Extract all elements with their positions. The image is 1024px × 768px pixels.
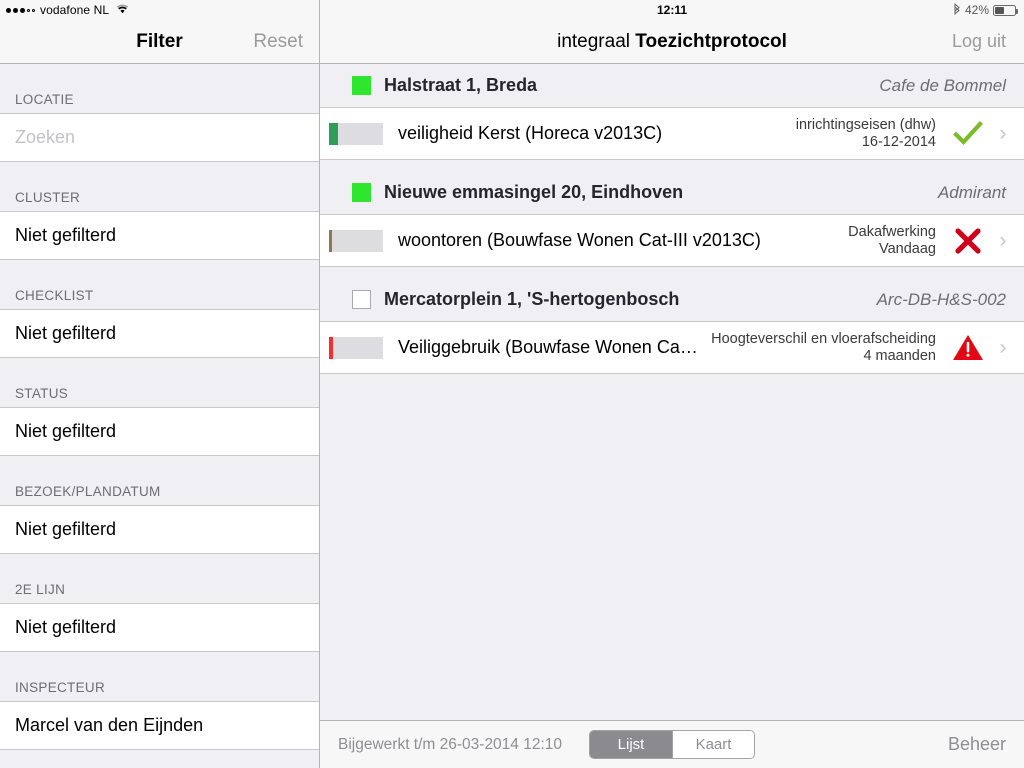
- filter-section-inspecteur: INSPECTEUR Marcel van den Eijnden: [0, 652, 319, 750]
- battery-icon: [993, 4, 1018, 16]
- list-group: Mercatorplein 1, 'S-hertogenbosch Arc-DB…: [320, 278, 1024, 374]
- row-meta-line1: Hoogteverschil en vloerafscheiding: [711, 330, 936, 347]
- tab-lijst[interactable]: Lijst: [590, 731, 672, 758]
- filter-value-cluster[interactable]: Niet gefilterd: [0, 211, 319, 260]
- filter-section-list: LOCATIE Zoeken CLUSTER Niet gefilterd CH…: [0, 64, 319, 768]
- filter-section-header: INSPECTEUR: [0, 652, 319, 701]
- filter-section-header: CLUSTER: [0, 162, 319, 211]
- table-row[interactable]: veiligheid Kerst (Horeca v2013C) inricht…: [320, 108, 1024, 160]
- group-owner: Arc-DB-H&S-002: [876, 289, 1006, 309]
- table-row[interactable]: Veiliggebruik (Bouwfase Wonen Cat-I… Hoo…: [320, 322, 1024, 374]
- filter-value-2e-lijn[interactable]: Niet gefilterd: [0, 603, 319, 652]
- filled-green-square-icon: [352, 183, 371, 202]
- last-updated-label: Bijgewerkt t/m 26-03-2014 12:10: [338, 735, 563, 753]
- group-divider: [320, 160, 1024, 171]
- filter-section-header: 2E LIJN: [0, 554, 319, 603]
- row-meta-line1: Dakafwerking: [848, 223, 936, 240]
- main-navbar: integraal Toezichtprotocol Log uit: [320, 20, 1024, 64]
- progress-bar: [329, 229, 383, 252]
- sidebar-navbar: Filter Reset: [0, 20, 319, 64]
- filter-section-2e-lijn: 2E LIJN Niet gefilterd: [0, 554, 319, 652]
- list-group: Halstraat 1, Breda Cafe de Bommel veilig…: [320, 64, 1024, 160]
- group-address: Halstraat 1, Breda: [384, 75, 538, 95]
- chevron-right-icon[interactable]: ›: [990, 336, 1016, 360]
- row-title: woontoren (Bouwfase Wonen Cat-III v2013C…: [398, 230, 761, 250]
- logout-button[interactable]: Log uit: [952, 31, 1006, 52]
- chevron-right-icon[interactable]: ›: [990, 122, 1016, 146]
- battery-percent-label: 42%: [964, 3, 989, 17]
- filter-value-inspecteur[interactable]: Marcel van den Eijnden: [0, 701, 319, 750]
- status-bar-left: vodafone NL: [0, 0, 319, 20]
- filter-value-status[interactable]: Niet gefilterd: [0, 407, 319, 456]
- filter-sidebar: vodafone NL Filter Reset LOCATIE Zoeken …: [0, 0, 320, 768]
- bluetooth-icon: [953, 2, 961, 18]
- group-owner: Cafe de Bommel: [879, 75, 1006, 95]
- list-group: Nieuwe emmasingel 20, Eindhoven Admirant…: [320, 171, 1024, 267]
- main-pane: 12:11 42% integraal Toezichtprotocol Log…: [320, 0, 1024, 768]
- app-title: integraal Toezichtprotocol: [557, 31, 787, 53]
- row-title: veiligheid Kerst (Horeca v2013C): [398, 123, 663, 143]
- row-meta-line1: inrichtingseisen (dhw): [795, 116, 936, 133]
- group-address: Mercatorplein 1, 'S-hertogenbosch: [384, 289, 680, 309]
- check-icon: [946, 120, 990, 147]
- row-meta: Hoogteverschil en vloerafscheiding 4 maa…: [711, 331, 946, 365]
- app-title-bold: Toezichtprotocol: [635, 30, 787, 52]
- signal-strength-icon: [6, 7, 35, 13]
- row-meta-line2: 4 maanden: [863, 347, 936, 364]
- status-bar-right-group: 42%: [953, 2, 1018, 18]
- status-bar-carrier-group: vodafone NL: [6, 3, 129, 17]
- clock-label: 12:11: [656, 3, 688, 17]
- cross-icon: [946, 227, 990, 255]
- filter-section-bezoek-plandatum: BEZOEK/PLANDATUM Niet gefilterd: [0, 456, 319, 554]
- row-title: Veiliggebruik (Bouwfase Wonen Cat-I…: [398, 337, 712, 357]
- group-marker[interactable]: [320, 183, 384, 202]
- group-marker[interactable]: [320, 76, 384, 95]
- chevron-right-icon[interactable]: ›: [990, 229, 1016, 253]
- progress-bar: [329, 122, 383, 145]
- status-bar-right: 12:11 42%: [320, 0, 1024, 20]
- app-screen: vodafone NL Filter Reset LOCATIE Zoeken …: [0, 0, 1024, 768]
- carrier-label: vodafone NL: [40, 3, 110, 17]
- warning-triangle-icon: [946, 333, 990, 362]
- filter-value-checklist[interactable]: Niet gefilterd: [0, 309, 319, 358]
- group-address: Nieuwe emmasingel 20, Eindhoven: [384, 182, 684, 202]
- search-input[interactable]: Zoeken: [0, 113, 319, 162]
- group-header[interactable]: Halstraat 1, Breda Cafe de Bommel: [320, 64, 1024, 108]
- view-mode-segmented-control[interactable]: Lijst Kaart: [589, 730, 755, 759]
- app-title-light: integraal: [557, 30, 636, 52]
- group-marker[interactable]: [320, 290, 384, 309]
- progress-bar: [329, 336, 383, 359]
- inspection-list: Halstraat 1, Breda Cafe de Bommel veilig…: [320, 64, 1024, 720]
- group-owner: Admirant: [937, 182, 1006, 202]
- group-header[interactable]: Nieuwe emmasingel 20, Eindhoven Admirant: [320, 171, 1024, 215]
- row-meta: Dakafwerking Vandaag: [848, 224, 946, 258]
- filter-section-header: BEZOEK/PLANDATUM: [0, 456, 319, 505]
- group-divider: [320, 267, 1024, 278]
- tab-kaart[interactable]: Kaart: [672, 731, 754, 758]
- filter-section-checklist: CHECKLIST Niet gefilterd: [0, 260, 319, 358]
- group-header[interactable]: Mercatorplein 1, 'S-hertogenbosch Arc-DB…: [320, 278, 1024, 322]
- filter-section-status: STATUS Niet gefilterd: [0, 358, 319, 456]
- filter-section-header: LOCATIE: [0, 64, 319, 113]
- reset-button[interactable]: Reset: [253, 31, 303, 53]
- bottom-toolbar: Bijgewerkt t/m 26-03-2014 12:10 Lijst Ka…: [320, 720, 1024, 768]
- filter-section-header: CHECKLIST: [0, 260, 319, 309]
- filter-section-header: STATUS: [0, 358, 319, 407]
- filter-section-locatie: LOCATIE Zoeken: [0, 64, 319, 162]
- beheer-button[interactable]: Beheer: [948, 734, 1006, 755]
- row-meta-line2: Vandaag: [879, 240, 936, 257]
- filled-green-square-icon: [352, 76, 371, 95]
- empty-checkbox-icon: [352, 290, 371, 309]
- row-meta-line2: 16-12-2014: [861, 133, 936, 150]
- table-row[interactable]: woontoren (Bouwfase Wonen Cat-III v2013C…: [320, 215, 1024, 267]
- wifi-icon: [116, 3, 129, 17]
- row-meta: inrichtingseisen (dhw) 16-12-2014: [796, 117, 946, 151]
- filter-value-bezoek-plandatum[interactable]: Niet gefilterd: [0, 505, 319, 554]
- filter-section-cluster: CLUSTER Niet gefilterd: [0, 162, 319, 260]
